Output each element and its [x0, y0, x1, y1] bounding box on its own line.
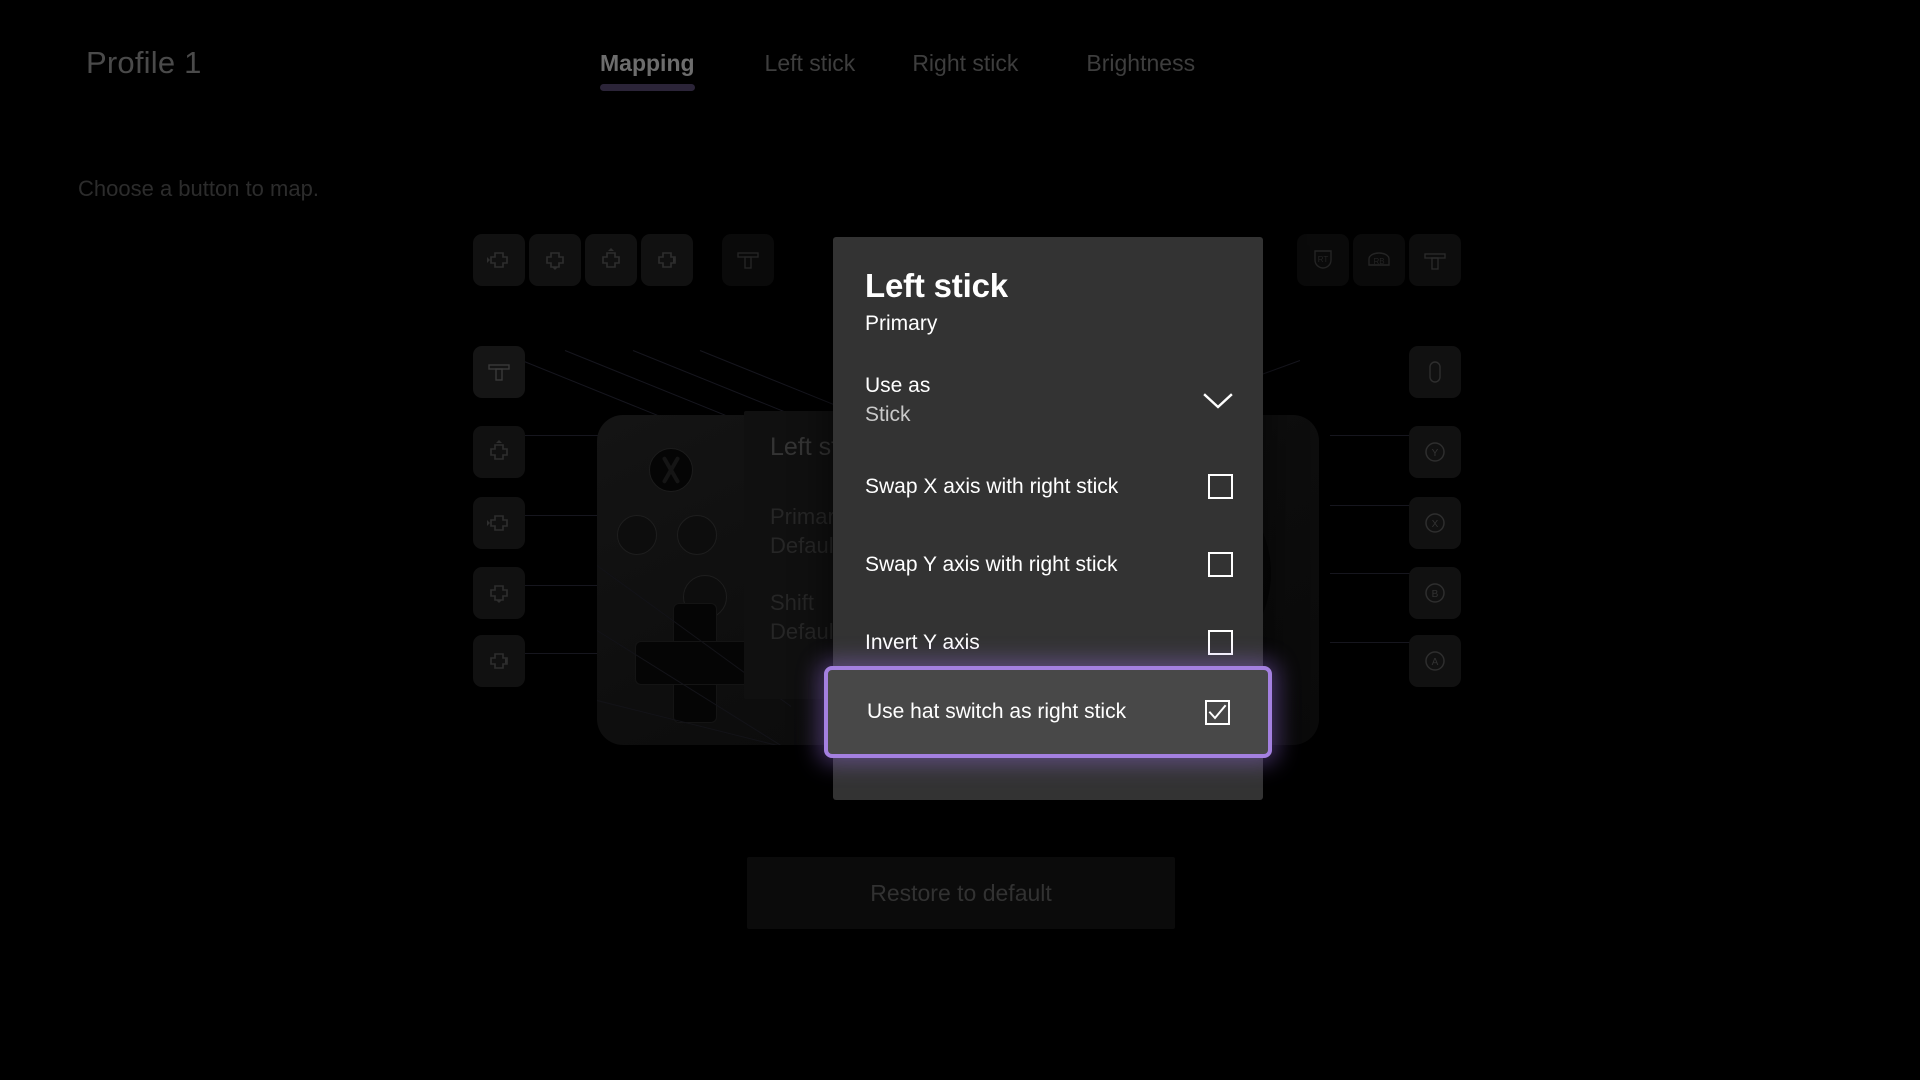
- dpad-down-icon: [490, 585, 508, 603]
- dpad-left-icon: [487, 515, 508, 531]
- tab-bar: Mapping Left stick Right stick Brightnes…: [600, 50, 1195, 91]
- checkmark-icon: [1208, 704, 1227, 720]
- dpad-right-icon: [658, 252, 676, 268]
- connector-line: [632, 350, 791, 415]
- tab-left-stick-label: Left stick: [764, 50, 856, 76]
- b-button-icon: B: [1425, 583, 1445, 603]
- option-row-use-hat-switch[interactable]: Use hat switch as right stick: [824, 666, 1272, 758]
- use-as-label: Use as: [865, 374, 931, 398]
- connector-line: [564, 350, 733, 419]
- chip-y-button[interactable]: Y: [1409, 426, 1461, 478]
- option-row-swap-x-axis[interactable]: Swap X axis with right stick: [833, 452, 1263, 522]
- header: Profile 1 Mapping Left stick Right stick…: [0, 0, 1920, 201]
- chip-right-paddle[interactable]: [1409, 234, 1461, 286]
- tab-brightness-label: Brightness: [1086, 50, 1196, 76]
- checkbox-swap-x-axis[interactable]: [1208, 474, 1233, 500]
- chip-rt-trigger[interactable]: RT: [1297, 234, 1349, 286]
- tab-left-stick[interactable]: Left stick: [765, 50, 856, 91]
- xbox-guide-button-icon: [649, 448, 693, 492]
- tab-right-stick[interactable]: Right stick: [912, 50, 1018, 91]
- dpad-right-icon: [490, 653, 508, 669]
- chip-left-dpad-down[interactable]: [473, 567, 525, 619]
- dialog-header: Left stick Primary: [833, 237, 1263, 336]
- option-label-invert-y-axis: Invert Y axis: [865, 630, 980, 654]
- left-stick-options-dialog: Left stick Primary Use as Stick Swap X a…: [824, 237, 1272, 800]
- use-as-text-group: Use as Stick: [865, 374, 930, 427]
- tab-active-underline: [600, 84, 695, 91]
- checkbox-swap-y-axis[interactable]: [1208, 552, 1233, 578]
- chip-left-dpad-right[interactable]: [473, 635, 525, 687]
- svg-text:A: A: [1432, 657, 1439, 668]
- dpad-icon: [635, 603, 755, 723]
- chip-dpad-left[interactable]: [473, 234, 525, 286]
- chip-dpad-right[interactable]: [641, 234, 693, 286]
- svg-text:X: X: [1432, 519, 1439, 530]
- tab-mapping-label: Mapping: [600, 50, 695, 76]
- view-button-icon: [617, 515, 657, 555]
- connector-line: [699, 350, 849, 411]
- chip-dpad-down[interactable]: [529, 234, 581, 286]
- a-button-icon: A: [1425, 651, 1445, 671]
- lt-trigger-icon: [488, 364, 510, 381]
- option-row-swap-y-axis[interactable]: Swap Y axis with right stick: [833, 530, 1263, 600]
- chip-left-dpad-up[interactable]: [473, 426, 525, 478]
- chevron-down-icon: [1203, 392, 1233, 410]
- tab-right-stick-label: Right stick: [912, 50, 1019, 76]
- menu-button-icon: [677, 515, 717, 555]
- restore-to-default-button[interactable]: Restore to default: [747, 857, 1175, 929]
- instruction-text: Choose a button to map.: [78, 176, 319, 201]
- dpad-up-icon: [602, 248, 620, 268]
- chip-left-dpad-left[interactable]: [473, 497, 525, 549]
- checkbox-use-hat-switch[interactable]: [1205, 699, 1230, 725]
- rb-bumper-icon: RB: [1368, 252, 1390, 266]
- dialog-title: Left stick: [865, 267, 1008, 304]
- right-stick-icon: [1429, 361, 1441, 383]
- svg-text:RB: RB: [1373, 257, 1384, 266]
- checkbox-invert-y-axis[interactable]: [1208, 630, 1233, 656]
- left-paddle-icon: [737, 252, 759, 269]
- chip-left-paddle[interactable]: [722, 234, 774, 286]
- page-title: Profile 1: [86, 45, 202, 80]
- dialog-subtitle: Primary: [865, 311, 938, 335]
- chip-lt-trigger[interactable]: [473, 346, 525, 398]
- svg-text:B: B: [1432, 589, 1439, 600]
- svg-text:Y: Y: [1432, 448, 1439, 459]
- right-paddle-icon: [1424, 253, 1446, 270]
- option-label-swap-x-axis: Swap X axis with right stick: [865, 474, 1119, 498]
- use-as-value: Stick: [865, 403, 911, 427]
- chip-x-button[interactable]: X: [1409, 497, 1461, 549]
- chip-dpad-up[interactable]: [585, 234, 637, 286]
- x-button-icon: X: [1425, 513, 1445, 533]
- tab-mapping[interactable]: Mapping: [600, 50, 695, 91]
- chip-a-button[interactable]: A: [1409, 635, 1461, 687]
- xbox-accessories-mapping-screen: Profile 1 Mapping Left stick Right stick…: [0, 0, 1920, 1080]
- svg-text:RT: RT: [1318, 255, 1329, 264]
- rt-trigger-icon: RT: [1314, 250, 1332, 269]
- dpad-left-icon: [487, 252, 508, 268]
- chip-b-button[interactable]: B: [1409, 567, 1461, 619]
- dpad-down-icon: [546, 252, 564, 270]
- chip-rb-bumper[interactable]: RB: [1353, 234, 1405, 286]
- y-button-icon: Y: [1425, 442, 1445, 462]
- option-label-use-hat-switch: Use hat switch as right stick: [867, 700, 1127, 723]
- use-as-dropdown[interactable]: Use as Stick: [833, 358, 1263, 444]
- option-label-swap-y-axis: Swap Y axis with right stick: [865, 552, 1118, 576]
- chip-right-stick[interactable]: [1409, 346, 1461, 398]
- dpad-up-icon: [490, 440, 508, 460]
- tab-brightness[interactable]: Brightness: [1086, 50, 1195, 91]
